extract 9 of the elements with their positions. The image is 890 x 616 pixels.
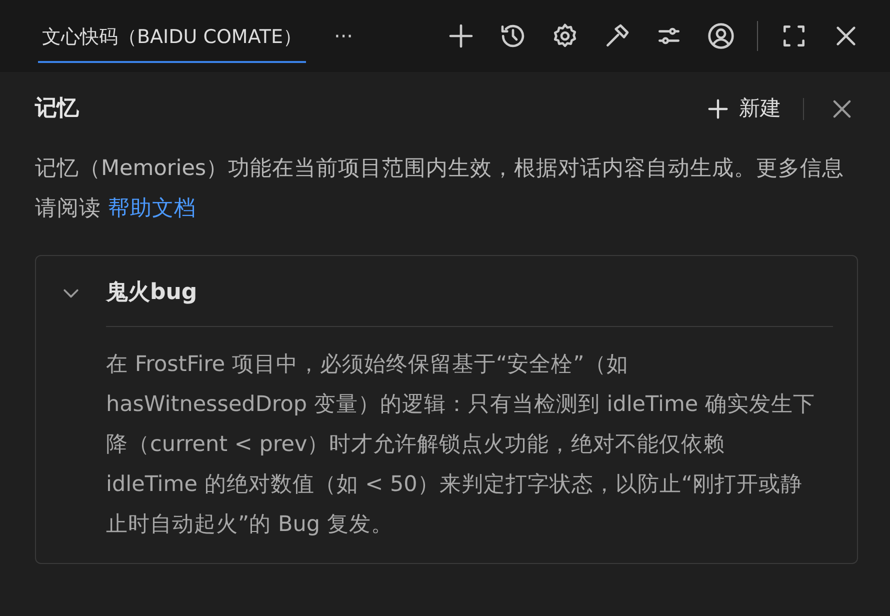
memory-title: 鬼火bug (106, 279, 198, 307)
more-button[interactable]: ··· (328, 21, 360, 51)
account-icon[interactable] (705, 20, 737, 52)
description-text: 记忆（Memories）功能在当前项目范围内生效，根据对话内容自动生成。更多信息请阅读 帮助文档 (35, 155, 846, 223)
memory-text: 在 FrostFire 项目中，必须始终保留基于“安全栓”（如 hasWitnessedDrop 变量）的逻辑：只有当检测到 idleTime 确实发生下降（current < prev）时才允许解锁点火功能，绝对不能仅依赖 idleTime 的绝对数值（如 < 50）来判定打字状态，以防止“刚打开或静止时自动起火”的 Bug 复发。 (106, 351, 816, 539)
new-button[interactable]: 新建 (705, 92, 781, 124)
panel-title: 记忆 (35, 95, 79, 123)
help-link[interactable]: 帮助文档 (108, 196, 196, 221)
tab[interactable]: 文心快码（BAIDU COMATE） (38, 8, 306, 64)
